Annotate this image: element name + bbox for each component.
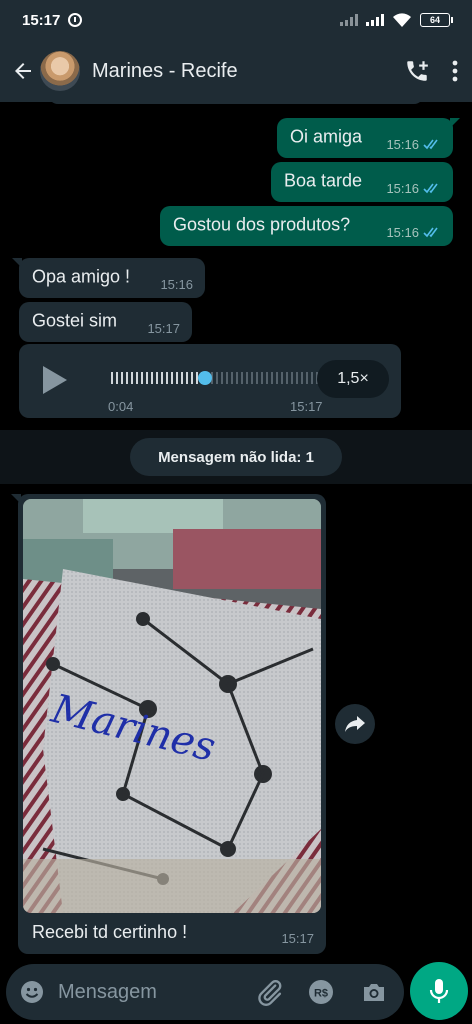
waveform-bar — [291, 372, 293, 384]
status-bar: 15:17 64 — [0, 0, 472, 40]
message-input-pill[interactable]: R$ — [6, 964, 404, 1020]
read-ticks-icon — [423, 227, 438, 238]
waveform-bar — [161, 372, 163, 384]
waveform-bar — [226, 372, 228, 384]
read-ticks-icon — [423, 183, 438, 194]
waveform-bar — [306, 372, 308, 384]
status-time: 15:17 — [22, 11, 61, 29]
waveform-bar — [311, 372, 313, 384]
waveform-bar — [216, 372, 218, 384]
waveform-bar — [146, 372, 148, 384]
image-message[interactable]: Marines Recebi td certinho ! 15:17 — [11, 494, 326, 954]
waveform-bar — [276, 372, 278, 384]
payment-icon[interactable]: R$ — [308, 979, 334, 1005]
message-time: 15:16 — [386, 225, 419, 240]
unread-divider: Mensagem não lida: 1 — [130, 438, 342, 476]
emoji-icon[interactable] — [20, 980, 44, 1004]
previous-message-edge — [48, 102, 424, 104]
waveform-bar — [141, 372, 143, 384]
message-bubble-out[interactable]: Boa tarde 15:16 — [271, 162, 453, 202]
add-call-icon[interactable] — [404, 58, 430, 84]
message-text: Oi amiga — [290, 126, 363, 147]
message-time: 15:17 — [147, 321, 180, 336]
message-text: Opa amigo ! — [32, 266, 131, 287]
message-bubble-in[interactable]: Opa amigo ! 15:16 — [12, 258, 205, 298]
chat-header: Marines - Recife — [0, 40, 472, 102]
message-meta: 15:17 — [147, 321, 180, 336]
message-bubble-in[interactable]: Gostei sim 15:17 — [19, 302, 192, 342]
playback-scrubber[interactable] — [198, 371, 212, 385]
message-input[interactable] — [58, 972, 248, 1012]
message-text: Gostou dos produtos? — [173, 214, 351, 235]
alarm-icon — [68, 13, 83, 27]
waveform-bar — [286, 372, 288, 384]
message-text: Gostei sim — [32, 310, 118, 331]
waveform-bar — [171, 372, 173, 384]
playback-speed-button[interactable]: 1,5× — [317, 360, 389, 398]
waveform-bar — [301, 372, 303, 384]
attach-icon[interactable] — [256, 978, 284, 1006]
audio-waveform[interactable] — [111, 368, 323, 388]
voice-duration: 0:04 — [108, 399, 134, 414]
message-time: 15:16 — [160, 277, 193, 292]
mic-icon — [429, 979, 449, 1003]
waveform-bar — [116, 372, 118, 384]
signal-sim2-icon — [366, 14, 384, 26]
message-photo[interactable]: Marines — [23, 499, 321, 913]
play-icon[interactable] — [43, 366, 67, 394]
waveform-bar — [246, 372, 248, 384]
waveform-bar — [261, 372, 263, 384]
wifi-icon — [393, 13, 411, 27]
message-time: 15:16 — [386, 181, 419, 196]
svg-text:R$: R$ — [314, 988, 328, 1000]
message-text: Boa tarde — [284, 170, 363, 191]
waveform-bar — [121, 372, 123, 384]
waveform-bar — [221, 372, 223, 384]
waveform-bar — [296, 372, 298, 384]
message-bubble-out[interactable]: Oi amiga 15:16 — [277, 118, 460, 158]
message-meta: 15:16 — [386, 137, 441, 152]
waveform-bar — [281, 372, 283, 384]
more-vert-icon[interactable] — [452, 60, 458, 82]
waveform-bar — [156, 372, 158, 384]
image-caption: Recebi td certinho ! — [32, 922, 188, 942]
battery-icon: 64 — [420, 13, 453, 27]
waveform-bar — [251, 372, 253, 384]
waveform-bar — [166, 372, 168, 384]
waveform-bar — [136, 372, 138, 384]
waveform-bar — [181, 372, 183, 384]
waveform-bar — [271, 372, 273, 384]
read-ticks-icon — [423, 139, 438, 150]
mic-button[interactable] — [410, 962, 468, 1020]
avatar[interactable] — [40, 51, 80, 91]
message-time: 15:16 — [386, 137, 419, 152]
status-indicators: 64 — [340, 12, 453, 28]
message-bubble-out[interactable]: Gostou dos produtos? 15:16 — [160, 206, 453, 246]
waveform-bar — [176, 372, 178, 384]
waveform-bar — [191, 372, 193, 384]
waveform-bar — [236, 372, 238, 384]
waveform-bar — [231, 372, 233, 384]
message-meta: 15:16 — [160, 277, 193, 292]
contact-name[interactable]: Marines - Recife — [92, 60, 238, 83]
voice-message[interactable]: 0:04 15:17 1,5× — [19, 344, 401, 418]
chat-area[interactable]: Oi amiga 15:16 Boa tarde 15:16 Gostou do… — [0, 102, 472, 960]
message-time: 15:17 — [290, 399, 323, 414]
waveform-bar — [126, 372, 128, 384]
forward-icon[interactable] — [335, 704, 375, 744]
waveform-bar — [266, 372, 268, 384]
back-arrow-icon[interactable] — [8, 56, 38, 86]
waveform-bar — [241, 372, 243, 384]
message-time: 15:17 — [281, 931, 314, 946]
signal-sim1-icon — [340, 14, 358, 26]
message-meta: 15:16 — [386, 181, 441, 196]
waveform-bar — [111, 372, 113, 384]
waveform-bar — [256, 372, 258, 384]
waveform-bar — [151, 372, 153, 384]
waveform-bar — [186, 372, 188, 384]
waveform-bar — [131, 372, 133, 384]
camera-icon[interactable] — [361, 979, 387, 1005]
message-meta: 15:16 — [386, 225, 441, 240]
composer: R$ — [0, 960, 472, 1024]
